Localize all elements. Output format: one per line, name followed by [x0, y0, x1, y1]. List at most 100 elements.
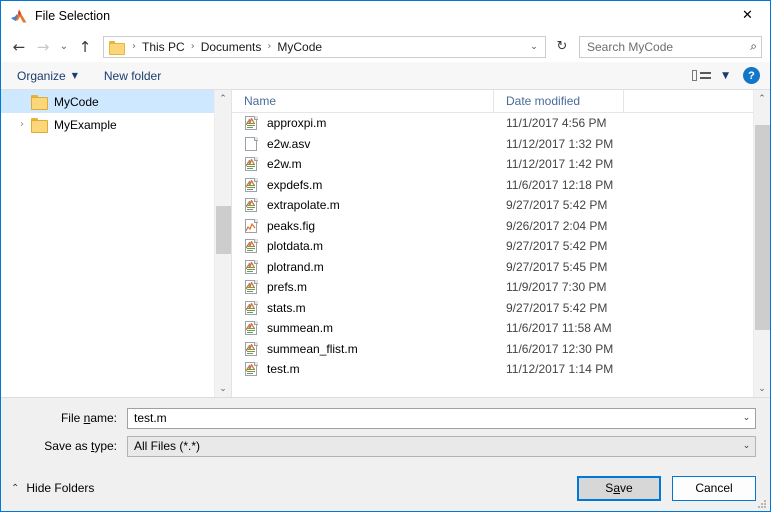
- table-row[interactable]: extrapolate.m 9/27/2017 5:42 PM: [232, 195, 753, 216]
- table-row[interactable]: plotdata.m 9/27/2017 5:42 PM: [232, 236, 753, 257]
- view-options-chevron-down-icon[interactable]: ▼: [722, 71, 729, 81]
- chevron-right-icon[interactable]: ›: [13, 119, 31, 130]
- file-name-cell[interactable]: extrapolate.m: [232, 197, 494, 213]
- breadcrumb-item-documents[interactable]: Documents: [199, 40, 264, 54]
- table-row[interactable]: peaks.fig 9/26/2017 2:04 PM: [232, 216, 753, 237]
- file-name-cell[interactable]: plotrand.m: [232, 259, 494, 275]
- title-bar: File Selection ✕: [1, 1, 770, 31]
- table-row[interactable]: summean_flist.m 11/6/2017 12:30 PM: [232, 339, 753, 360]
- file-name-cell[interactable]: peaks.fig: [232, 218, 494, 234]
- scroll-down-icon[interactable]: ⌄: [215, 380, 232, 397]
- hide-folders-label: Hide Folders: [26, 481, 95, 495]
- file-name-cell[interactable]: summean_flist.m: [232, 341, 494, 357]
- sidebar-item-mycode[interactable]: MyCode: [1, 90, 231, 113]
- hide-folders-button[interactable]: ⌃ Hide Folders: [11, 481, 94, 495]
- file-name-input[interactable]: test.m ⌄: [127, 407, 756, 429]
- back-icon[interactable]: ←: [7, 35, 31, 59]
- forward-icon[interactable]: →: [31, 35, 55, 59]
- search-input[interactable]: Search MyCode ⌕: [579, 35, 762, 58]
- file-name-text: test.m: [267, 362, 300, 377]
- save-button[interactable]: Sa ve: [577, 475, 661, 501]
- column-header-name-label: Name: [244, 94, 277, 108]
- file-name-cell[interactable]: stats.m: [232, 300, 494, 316]
- save-label-post: ve: [620, 481, 633, 495]
- matlab-file-icon: [244, 259, 259, 275]
- matlab-file-icon: [244, 156, 259, 172]
- sidebar-scroll-thumb[interactable]: [215, 206, 231, 254]
- breadcrumb-item-mycode[interactable]: MyCode: [275, 40, 324, 54]
- sidebar-scroll-track[interactable]: [215, 107, 232, 380]
- matlab-file-icon: [244, 177, 259, 193]
- file-name-text: summean_flist.m: [267, 341, 358, 356]
- up-icon[interactable]: ↑: [73, 35, 97, 59]
- table-row[interactable]: summean.m 11/6/2017 11:58 AM: [232, 318, 753, 339]
- table-row[interactable]: expdefs.m 11/6/2017 12:18 PM: [232, 175, 753, 196]
- table-row[interactable]: plotrand.m 9/27/2017 5:45 PM: [232, 257, 753, 278]
- chevron-down-icon[interactable]: ⌄: [738, 437, 755, 456]
- file-name-text: approxpi.m: [267, 116, 327, 131]
- breadcrumb-separator: ›: [190, 41, 195, 52]
- organize-button[interactable]: Organize ▼: [17, 69, 78, 83]
- file-name-cell[interactable]: summean.m: [232, 320, 494, 336]
- sidebar-item-label: MyCode: [54, 94, 99, 109]
- column-header-date-modified[interactable]: Date modified: [494, 90, 624, 113]
- chevron-down-icon[interactable]: ⌄: [523, 37, 545, 57]
- table-row[interactable]: e2w.m 11/12/2017 1:42 PM: [232, 154, 753, 175]
- refresh-icon[interactable]: ↻: [551, 36, 573, 58]
- save-as-type-select[interactable]: All Files (*.*) ⌄: [127, 435, 756, 457]
- folder-icon: [31, 95, 48, 110]
- new-folder-button[interactable]: New folder: [104, 69, 161, 83]
- file-list-scroll-track[interactable]: [754, 107, 771, 380]
- help-button[interactable]: ?: [743, 67, 760, 84]
- file-name-cell[interactable]: e2w.m: [232, 156, 494, 172]
- file-name-cell[interactable]: test.m: [232, 361, 494, 377]
- file-list-scroll-thumb[interactable]: [754, 125, 770, 330]
- command-toolbar: Organize ▼ New folder ▼ ?: [1, 62, 770, 90]
- table-row[interactable]: prefs.m 11/9/2017 7:30 PM: [232, 277, 753, 298]
- breadcrumb-item-this-pc[interactable]: This PC: [140, 40, 187, 54]
- file-name-cell[interactable]: prefs.m: [232, 279, 494, 295]
- view-layout-icon[interactable]: [692, 69, 712, 83]
- file-list-scrollbar[interactable]: ⌃ ⌄: [753, 90, 770, 397]
- save-as-type-label-post: ype:: [94, 439, 117, 453]
- organize-label: Organize: [17, 68, 66, 83]
- cancel-button[interactable]: Cancel: [672, 475, 756, 501]
- file-name-text: plotrand.m: [267, 259, 324, 274]
- scroll-up-icon[interactable]: ⌃: [215, 90, 232, 107]
- file-name-cell[interactable]: approxpi.m: [232, 115, 494, 131]
- close-icon[interactable]: ✕: [725, 1, 770, 30]
- file-name-cell[interactable]: e2w.asv: [232, 136, 494, 152]
- file-name-cell[interactable]: expdefs.m: [232, 177, 494, 193]
- navigation-pane: MyCode › MyExample ⌃ ⌄: [1, 90, 232, 397]
- file-name-text: e2w.asv: [267, 136, 311, 151]
- cancel-label: Cancel: [695, 481, 733, 495]
- chevron-down-icon[interactable]: ⌄: [738, 409, 755, 428]
- recent-locations-icon[interactable]: ⌄: [55, 35, 73, 59]
- file-name-text: peaks.fig: [267, 218, 316, 233]
- file-date-cell: 11/12/2017 1:14 PM: [506, 362, 614, 377]
- chevron-up-icon: ⌃: [11, 482, 20, 494]
- file-date-cell: 11/1/2017 4:56 PM: [506, 116, 607, 131]
- column-header-name[interactable]: Name ⌃: [232, 90, 494, 113]
- file-name-text: expdefs.m: [267, 177, 323, 192]
- save-as-type-row: Save as type: All Files (*.*) ⌄: [15, 435, 756, 457]
- table-row[interactable]: stats.m 9/27/2017 5:42 PM: [232, 298, 753, 319]
- file-date-cell: 11/12/2017 1:42 PM: [506, 157, 614, 172]
- sidebar-scrollbar[interactable]: ⌃ ⌄: [214, 90, 231, 397]
- file-name-text: plotdata.m: [267, 239, 324, 254]
- file-date-cell: 11/6/2017 12:18 PM: [506, 177, 614, 192]
- scroll-up-icon[interactable]: ⌃: [754, 90, 771, 107]
- matlab-file-icon: [244, 197, 259, 213]
- table-row[interactable]: e2w.asv 11/12/2017 1:32 PM: [232, 134, 753, 155]
- table-row[interactable]: test.m 11/12/2017 1:14 PM: [232, 359, 753, 380]
- column-header-extra[interactable]: [624, 90, 770, 113]
- save-as-type-value: All Files (*.*): [134, 439, 201, 453]
- file-name-cell[interactable]: plotdata.m: [232, 238, 494, 254]
- file-name-label: File name:: [15, 411, 127, 425]
- table-row[interactable]: approxpi.m 11/1/2017 4:56 PM: [232, 113, 753, 134]
- file-date-cell: 9/27/2017 5:42 PM: [506, 198, 608, 213]
- sidebar-item-myexample[interactable]: › MyExample: [1, 113, 231, 136]
- resize-grip[interactable]: [757, 499, 767, 509]
- scroll-down-icon[interactable]: ⌄: [754, 380, 771, 397]
- breadcrumb[interactable]: › This PC › Documents › MyCode ⌄: [103, 35, 546, 58]
